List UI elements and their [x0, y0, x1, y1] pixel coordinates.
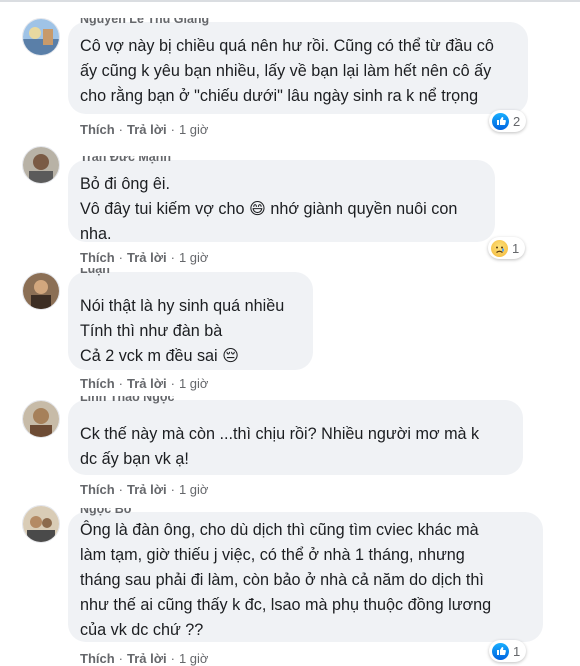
avatar[interactable]	[22, 272, 60, 310]
comment-actions: Thích · Trả lời · 1 giờ	[80, 482, 209, 497]
comment-time[interactable]: 1 giờ	[179, 122, 209, 137]
reaction-summary[interactable]: 1	[488, 237, 526, 259]
comment-actions: Thích · Trả lời · 1 giờ	[80, 250, 209, 265]
reply-link[interactable]: Trả lời	[127, 376, 167, 391]
reply-link[interactable]: Trả lời	[127, 651, 167, 666]
comment-bubble: Linh Thảo Ngọc Ck thế này mà còn ...thì …	[68, 396, 523, 475]
comment-actions: Thích · Trả lời · 1 giờ	[80, 122, 209, 137]
top-divider	[0, 0, 580, 2]
comment-text: Ck thế này mà còn ...thì chịu rồi? Nhiều…	[80, 425, 480, 468]
like-link[interactable]: Thích	[80, 250, 115, 265]
comment-author[interactable]: Linh Thảo Ngọc	[80, 396, 174, 406]
like-link[interactable]: Thích	[80, 651, 115, 666]
comment-actions: Thích · Trả lời · 1 giờ	[80, 651, 209, 666]
like-icon	[492, 112, 509, 130]
comment-time[interactable]: 1 giờ	[179, 482, 209, 497]
like-link[interactable]: Thích	[80, 376, 115, 391]
comment-time[interactable]: 1 giờ	[179, 250, 209, 265]
comment-time[interactable]: 1 giờ	[179, 651, 209, 666]
like-icon	[492, 642, 509, 660]
like-link[interactable]: Thích	[80, 482, 115, 497]
comment-author[interactable]: Luận	[80, 268, 110, 278]
comment-text: Nói thật là hy sinh quá nhiều Tính thì n…	[80, 297, 285, 365]
comment-text: Bỏ đi ông êi. Vô đây tui kiếm vợ cho 😄 n…	[80, 175, 458, 243]
reaction-summary[interactable]: 2	[489, 110, 527, 132]
avatar[interactable]	[22, 18, 60, 56]
comment-author[interactable]: Trần Đức Mạnh	[80, 156, 171, 166]
comment-author[interactable]: Nguyễn Lê Thu Giang	[80, 18, 209, 28]
comment-author[interactable]: Ngọc Bố	[80, 508, 131, 518]
sad-icon	[491, 239, 508, 257]
comment-bubble: Ngọc Bố Ông là đàn ông, cho dù dịch thì …	[68, 508, 543, 642]
comment-actions: Thích · Trả lời · 1 giờ	[80, 376, 209, 391]
comment-text: Cô vợ này bị chiều quá nên hư rồi. Cũng …	[80, 37, 494, 105]
reply-link[interactable]: Trả lời	[127, 482, 167, 497]
reaction-count: 1	[513, 643, 521, 659]
avatar[interactable]	[22, 505, 60, 543]
comment-bubble: Trần Đức Mạnh Bỏ đi ông êi. Vô đây tui k…	[68, 156, 495, 243]
like-link[interactable]: Thích	[80, 122, 115, 137]
reply-link[interactable]: Trả lời	[127, 250, 167, 265]
avatar[interactable]	[22, 146, 60, 184]
comment-time[interactable]: 1 giờ	[179, 376, 209, 391]
reaction-count: 1	[512, 240, 520, 256]
comment-text: Ông là đàn ông, cho dù dịch thì cũng tìm…	[80, 521, 492, 639]
reaction-summary[interactable]: 1	[489, 640, 527, 662]
avatar[interactable]	[22, 400, 60, 438]
reply-link[interactable]: Trả lời	[127, 122, 167, 137]
comment-bubble: Luận Nói thật là hy sinh quá nhiều Tính …	[68, 268, 313, 370]
reaction-count: 2	[513, 113, 521, 129]
comment-bubble: Nguyễn Lê Thu Giang Cô vợ này bị chiều q…	[68, 18, 528, 114]
